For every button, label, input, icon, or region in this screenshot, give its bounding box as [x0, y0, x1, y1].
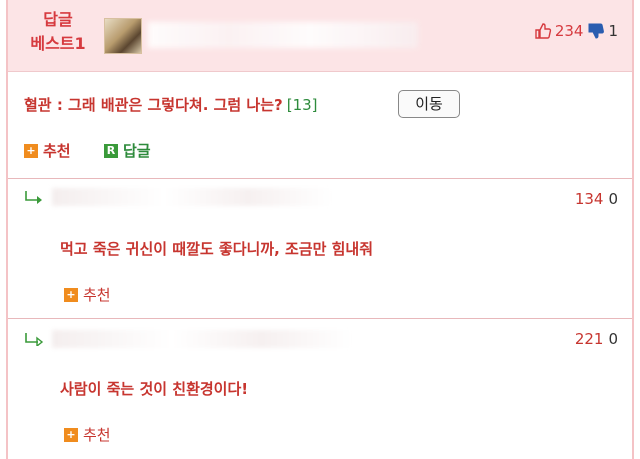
nickname-obscured — [52, 188, 332, 206]
best-reply-header: 답글 베스트1 234 1 — [8, 0, 632, 72]
subreply-votes: 221 0 — [575, 330, 618, 348]
subreply-recommend-button[interactable]: + 추천 — [64, 424, 111, 445]
r-box-icon: R — [104, 143, 118, 158]
reply-content: 혈관 : 그래 배관은 그렇다쳐. 그럼 나는? [13] — [24, 94, 318, 115]
subreply-vote-down: 0 — [608, 330, 618, 348]
best-reply-card: 답글 베스트1 234 1 혈관 : 그래 배관은 그렇다쳐. 그럼 나는? [1… — [6, 0, 634, 459]
subreply-votes: 134 0 — [575, 190, 618, 208]
recommend-label: 추천 — [83, 426, 111, 444]
plus-box-icon: + — [64, 287, 78, 302]
subreply-vote-up: 221 — [574, 330, 604, 348]
divider — [8, 318, 632, 319]
thumbs-up-icon[interactable] — [534, 22, 552, 40]
reply-text: 혈관 : 그래 배관은 그렇다쳐. 그럼 나는? — [24, 96, 283, 114]
plus-box-icon: + — [24, 143, 38, 158]
subreply-text: 먹고 죽은 귀신이 때깔도 좋다니까, 조금만 힘내줘 — [60, 240, 374, 258]
subreply-vote-down: 0 — [608, 190, 618, 208]
plus-box-icon: + — [64, 427, 78, 442]
subreply-vote-up: 134 — [574, 190, 604, 208]
subreply-text: 사람이 죽는 것이 친환경이다! — [60, 380, 249, 398]
reply-button[interactable]: R 답글 — [104, 140, 151, 161]
reply-label: 답글 — [123, 142, 151, 160]
vote-counter: 234 1 — [534, 22, 618, 40]
avatar[interactable] — [104, 18, 142, 54]
subreply-recommend-button[interactable]: + 추천 — [64, 284, 111, 305]
recommend-label: 추천 — [83, 286, 111, 304]
best-label-line2: 베스트1 — [30, 34, 86, 53]
reply-arrow-icon — [25, 191, 42, 204]
vote-down-count: 1 — [608, 22, 618, 40]
reply-arrow-icon — [25, 333, 44, 346]
nickname-obscured — [148, 22, 418, 48]
recommend-label: 추천 — [43, 142, 71, 160]
thumbs-down-icon[interactable] — [587, 22, 605, 40]
nickname-obscured — [52, 330, 352, 348]
divider — [8, 178, 632, 179]
vote-up-count: 234 — [554, 22, 584, 40]
move-button[interactable]: 이동 — [398, 90, 460, 118]
best-reply-badge: 답글 베스트1 — [18, 8, 98, 56]
reply-count[interactable]: [13] — [287, 96, 318, 114]
recommend-button[interactable]: + 추천 — [24, 140, 71, 161]
best-label-line1: 답글 — [43, 10, 73, 29]
